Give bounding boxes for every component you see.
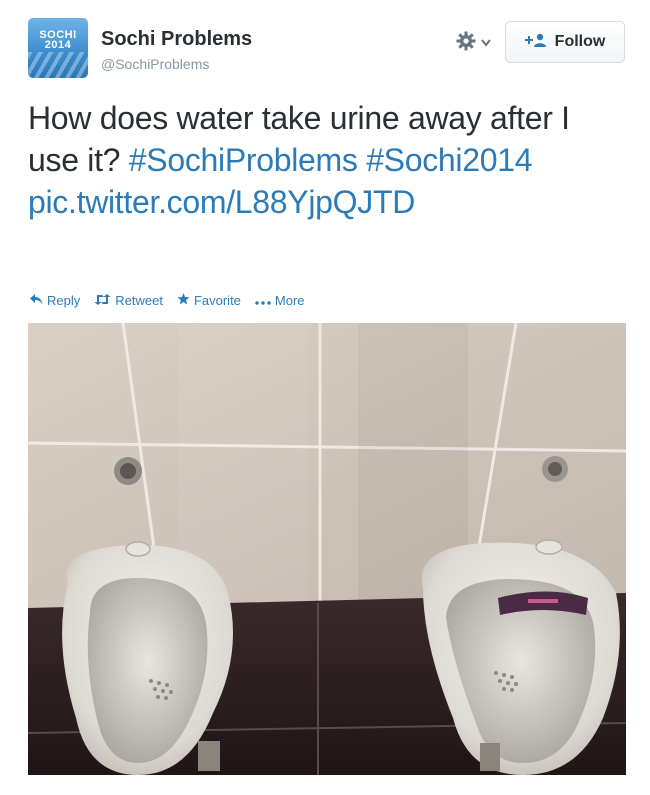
follow-label: Follow <box>554 33 606 50</box>
tweet-actions: Reply Retweet Favorite More <box>30 290 305 310</box>
star-icon <box>177 292 190 308</box>
more-dots-icon <box>255 293 271 308</box>
favorite-button[interactable]: Favorite <box>177 292 241 308</box>
avatar-wave-pattern <box>28 52 88 78</box>
reply-icon <box>30 293 43 308</box>
urinals-photo <box>28 323 626 775</box>
hashtag-sochiproblems[interactable]: #SochiProblems <box>129 142 358 178</box>
retweet-button[interactable]: Retweet <box>94 293 163 308</box>
hashtag-sochi2014[interactable]: #Sochi2014 <box>366 142 532 178</box>
tweet-photo[interactable] <box>28 323 626 775</box>
tweet-card: SOCHI 2014 Sochi Problems @SochiProblems <box>0 0 650 795</box>
tweet-text: How does water take urine away after I u… <box>28 97 628 223</box>
reply-label: Reply <box>47 292 81 308</box>
user-actions-menu[interactable] <box>455 30 501 56</box>
add-user-icon <box>524 33 547 52</box>
avatar-logo-text: SOCHI 2014 <box>39 29 77 51</box>
reply-button[interactable]: Reply <box>30 293 80 308</box>
retweet-label: Retweet <box>115 292 163 308</box>
follow-button[interactable]: Follow <box>505 21 625 63</box>
gear-icon <box>455 30 477 57</box>
more-label: More <box>274 292 305 308</box>
chevron-down-icon <box>481 34 491 52</box>
favorite-label: Favorite <box>193 292 241 308</box>
retweet-icon <box>94 293 111 308</box>
display-name[interactable]: Sochi Problems <box>101 28 252 51</box>
username[interactable]: @SochiProblems <box>101 56 209 72</box>
photo-link[interactable]: pic.twitter.com/L88YjpQJTD <box>28 184 415 220</box>
avatar[interactable]: SOCHI 2014 <box>28 18 88 78</box>
more-button[interactable]: More <box>255 293 305 308</box>
